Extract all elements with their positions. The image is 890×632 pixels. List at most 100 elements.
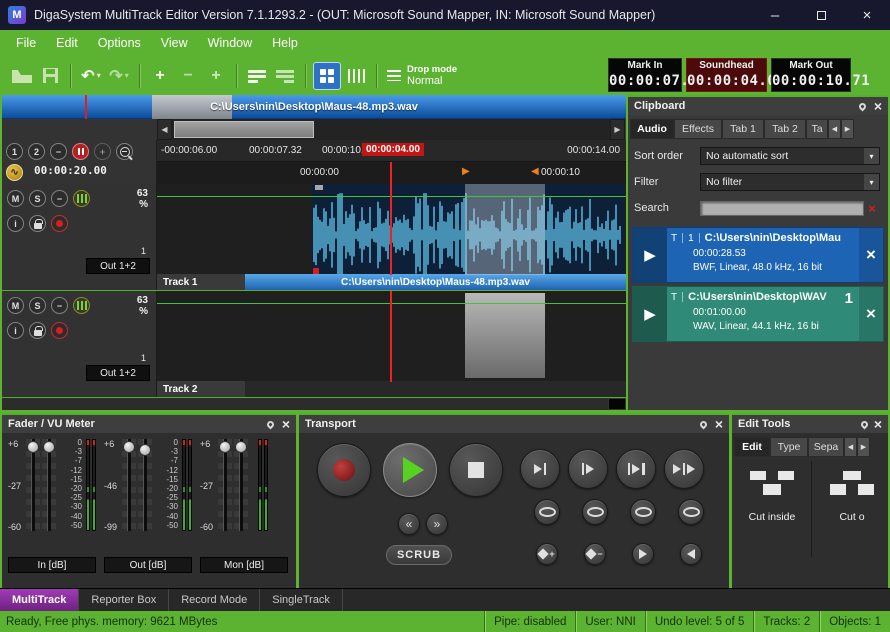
delete-marker-button[interactable]: − [584, 543, 606, 565]
out-db-button[interactable]: Out [dB] [104, 557, 192, 573]
mute-button[interactable]: M [7, 297, 24, 314]
waveform-zoom-button[interactable]: ∿ [6, 164, 23, 181]
pin-icon[interactable] [857, 101, 867, 111]
tab-singletrack[interactable]: SingleTrack [260, 589, 343, 611]
prev-marker-button[interactable] [680, 543, 702, 565]
fader-slider[interactable] [218, 439, 232, 531]
menu-item-file[interactable]: File [6, 32, 46, 54]
add-marker-button[interactable]: + [536, 543, 558, 565]
record-button[interactable] [317, 443, 371, 497]
tab-overflow[interactable]: Ta [806, 119, 828, 139]
skip-back-button[interactable]: « [398, 513, 420, 535]
record-arm-button[interactable] [51, 322, 68, 339]
scrollbar-thumb[interactable] [174, 121, 314, 138]
loop-button-2[interactable] [582, 499, 608, 525]
scroll-left-button[interactable]: ◀ [157, 119, 172, 140]
menu-item-options[interactable]: Options [88, 32, 151, 54]
zoom-out-button[interactable] [116, 143, 133, 160]
in-db-button[interactable]: In [dB] [8, 557, 96, 573]
remove-object-button[interactable]: − [175, 62, 201, 90]
maximize-button[interactable] [798, 0, 844, 30]
track-1-button[interactable]: 1 [6, 143, 23, 160]
tab-effects[interactable]: Effects [674, 119, 722, 139]
mark-out-flag-icon[interactable]: ◀ [531, 166, 539, 177]
clipboard-item-2[interactable]: ▶ T C:\Users\nin\Desktop\WAV 00:01:00.00… [632, 286, 884, 342]
overview-bar[interactable]: C:\Users\nin\Desktop\Maus-48.mp3.wav [2, 95, 626, 119]
fader-knob[interactable] [219, 441, 231, 453]
timeline-ruler-row1[interactable]: -00:00:06.00 00:00:07.32 00:00:10.71 00:… [157, 140, 626, 162]
info-button[interactable]: i [7, 322, 24, 339]
stop-button[interactable] [449, 443, 503, 497]
drop-mode-indicator[interactable]: Drop mode Normal [387, 64, 457, 87]
clear-search-button[interactable]: × [864, 201, 880, 216]
grid-button[interactable] [343, 62, 369, 90]
track-1-lane[interactable] [157, 184, 626, 275]
meter-button[interactable] [73, 190, 90, 207]
redo-button[interactable]: ↷▾ [106, 62, 132, 90]
track-2-button[interactable]: 2 [28, 143, 45, 160]
close-panel-button[interactable]: × [874, 99, 882, 113]
tab-type[interactable]: Type [770, 437, 808, 457]
lock-button[interactable] [29, 215, 46, 232]
scrub-button[interactable]: SCRUB [386, 545, 452, 565]
tab-record-mode[interactable]: Record Mode [169, 589, 260, 611]
minimize-track-button[interactable]: − [51, 297, 68, 314]
play-from-mark-button[interactable] [568, 449, 608, 489]
clip-title-bar[interactable]: C:\Users\nin\Desktop\Maus-48.mp3.wav [245, 274, 626, 290]
next-marker-button[interactable] [632, 543, 654, 565]
tab-separate[interactable]: Sepa [808, 437, 844, 457]
remove-item-button[interactable]: × [859, 287, 883, 341]
meter-button[interactable] [73, 297, 90, 314]
save-button[interactable] [37, 62, 63, 90]
menu-item-help[interactable]: Help [262, 32, 308, 54]
play-button[interactable] [383, 443, 437, 497]
open-button[interactable] [9, 62, 35, 90]
insert-object-button[interactable]: + [203, 62, 229, 90]
loop-button-4[interactable] [678, 499, 704, 525]
play-selection-button[interactable] [616, 449, 656, 489]
tab-multitrack[interactable]: MultiTrack [0, 589, 79, 611]
track-name[interactable]: Track 1 [157, 274, 245, 290]
fader-slider[interactable] [138, 439, 152, 531]
sort-order-select[interactable]: No automatic sort▾ [700, 147, 880, 165]
tab-scroll-right-button[interactable]: ▶ [841, 119, 854, 139]
snap-mode-button[interactable] [313, 62, 341, 90]
play-to-mark-button[interactable] [520, 449, 560, 489]
clip-marker[interactable] [315, 185, 323, 190]
tab-audio[interactable]: Audio [630, 119, 674, 139]
timeline-ruler-row2[interactable]: 00:00:00 ▶ ◀ 00:00:10 [157, 162, 626, 184]
pin-icon[interactable] [698, 419, 708, 429]
loop-button-1[interactable] [534, 499, 560, 525]
track-name[interactable]: Track 2 [157, 381, 245, 397]
pin-icon[interactable] [265, 419, 275, 429]
minimize-button[interactable]: – [752, 0, 798, 30]
info-button[interactable]: i [7, 215, 24, 232]
minimize-track-button[interactable]: − [51, 190, 68, 207]
search-input[interactable] [700, 201, 864, 216]
filter-select[interactable]: No filter▾ [700, 173, 880, 191]
fader-knob[interactable] [123, 441, 135, 453]
cut-inside-button[interactable]: Cut inside [736, 461, 808, 557]
fader-knob[interactable] [27, 441, 39, 453]
fader-slider[interactable] [234, 439, 248, 531]
play-around-button[interactable] [664, 449, 704, 489]
clipboard-item-1[interactable]: ▶ T 1 C:\Users\nin\Desktop\Mau 00:00:28.… [632, 227, 884, 283]
preview-play-button[interactable]: ▶ [633, 228, 667, 282]
fader-slider[interactable] [42, 439, 56, 531]
undo-button[interactable]: ↶▾ [78, 62, 104, 90]
remove-track-button[interactable] [272, 62, 298, 90]
clip-handle[interactable] [313, 268, 319, 274]
tab-scroll-left-button[interactable]: ◀ [828, 119, 841, 139]
selection-region[interactable] [465, 184, 545, 275]
track-2-lane[interactable] [157, 291, 626, 382]
menu-item-view[interactable]: View [151, 32, 198, 54]
solo-button[interactable]: S [29, 297, 46, 314]
close-panel-button[interactable]: × [715, 417, 723, 431]
add-track-button[interactable] [244, 62, 270, 90]
menu-item-window[interactable]: Window [198, 32, 262, 54]
solo-button[interactable]: S [29, 190, 46, 207]
mark-in-flag-icon[interactable]: ▶ [462, 166, 470, 177]
cut-outside-button[interactable]: Cut o [816, 461, 888, 557]
remove-item-button[interactable]: × [859, 228, 883, 282]
pin-icon[interactable] [859, 419, 869, 429]
